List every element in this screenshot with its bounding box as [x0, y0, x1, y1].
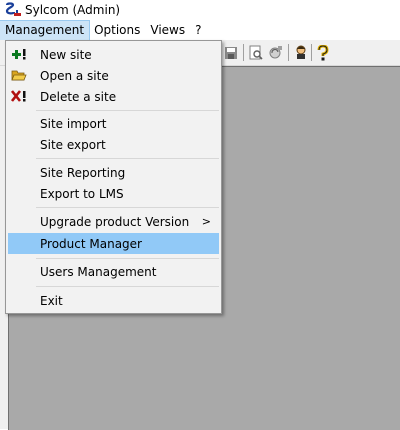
menu-item-label: Open a site: [40, 68, 109, 83]
menu-item-label: Delete a site: [40, 89, 117, 104]
menu-item-label: Site export: [40, 137, 106, 152]
menu-separator: [36, 207, 219, 208]
toolbar-separator: [311, 44, 312, 61]
submenu-arrow-icon: >: [201, 215, 211, 228]
help-icon[interactable]: [314, 44, 332, 61]
menu-item-product-manager[interactable]: Product Manager: [8, 233, 219, 254]
menu-item-exit[interactable]: Exit: [8, 290, 219, 311]
menu-item-label: Product Manager: [40, 236, 142, 251]
delete-icon: [11, 88, 31, 104]
menu-item-delete-site[interactable]: Delete a site: [8, 86, 219, 107]
folder-open-icon: [11, 67, 31, 83]
menu-item-users-management[interactable]: Users Management: [8, 261, 219, 282]
window-title: Sylcom (Admin): [25, 3, 121, 17]
menu-item-open-site[interactable]: Open a site: [8, 65, 219, 86]
menu-item-upgrade-product-version[interactable]: Upgrade product Version >: [8, 211, 219, 232]
menu-separator: [36, 158, 219, 159]
menu-options[interactable]: Options: [89, 21, 145, 40]
toolbar-separator: [243, 44, 244, 61]
menu-views[interactable]: Views: [145, 21, 190, 40]
menu-item-site-reporting[interactable]: Site Reporting: [8, 162, 219, 183]
menu-separator: [36, 258, 219, 259]
management-dropdown-menu: New site Open a site Delete a site Site …: [5, 40, 222, 314]
menu-help[interactable]: ?: [190, 21, 206, 40]
user-icon[interactable]: [292, 44, 310, 61]
toolbar-separator: [288, 44, 289, 61]
sylcom-logo-icon: [5, 2, 21, 16]
menu-management[interactable]: Management: [0, 20, 91, 41]
menu-item-new-site[interactable]: New site: [8, 44, 219, 65]
menu-separator: [36, 110, 219, 111]
menu-item-export-to-lms[interactable]: Export to LMS: [8, 183, 219, 204]
menu-item-site-export[interactable]: Site export: [8, 134, 219, 155]
menu-item-label: New site: [40, 47, 92, 62]
menu-item-label: Upgrade product Version: [40, 214, 190, 229]
plus-icon: [11, 46, 31, 62]
recycle-icon[interactable]: [266, 44, 284, 61]
print-preview-icon[interactable]: [247, 44, 265, 61]
title-bar: Sylcom (Admin): [0, 0, 400, 20]
menu-item-label: Export to LMS: [40, 186, 124, 201]
save-icon[interactable]: [222, 44, 240, 61]
menu-item-label: Exit: [40, 293, 63, 308]
menu-item-site-import[interactable]: Site import: [8, 113, 219, 134]
menu-item-label: Site import: [40, 116, 107, 131]
menu-separator: [36, 286, 219, 287]
menu-bar: Management Options Views ?: [0, 20, 400, 41]
menu-item-label: Users Management: [40, 264, 157, 279]
menu-item-label: Site Reporting: [40, 165, 126, 180]
